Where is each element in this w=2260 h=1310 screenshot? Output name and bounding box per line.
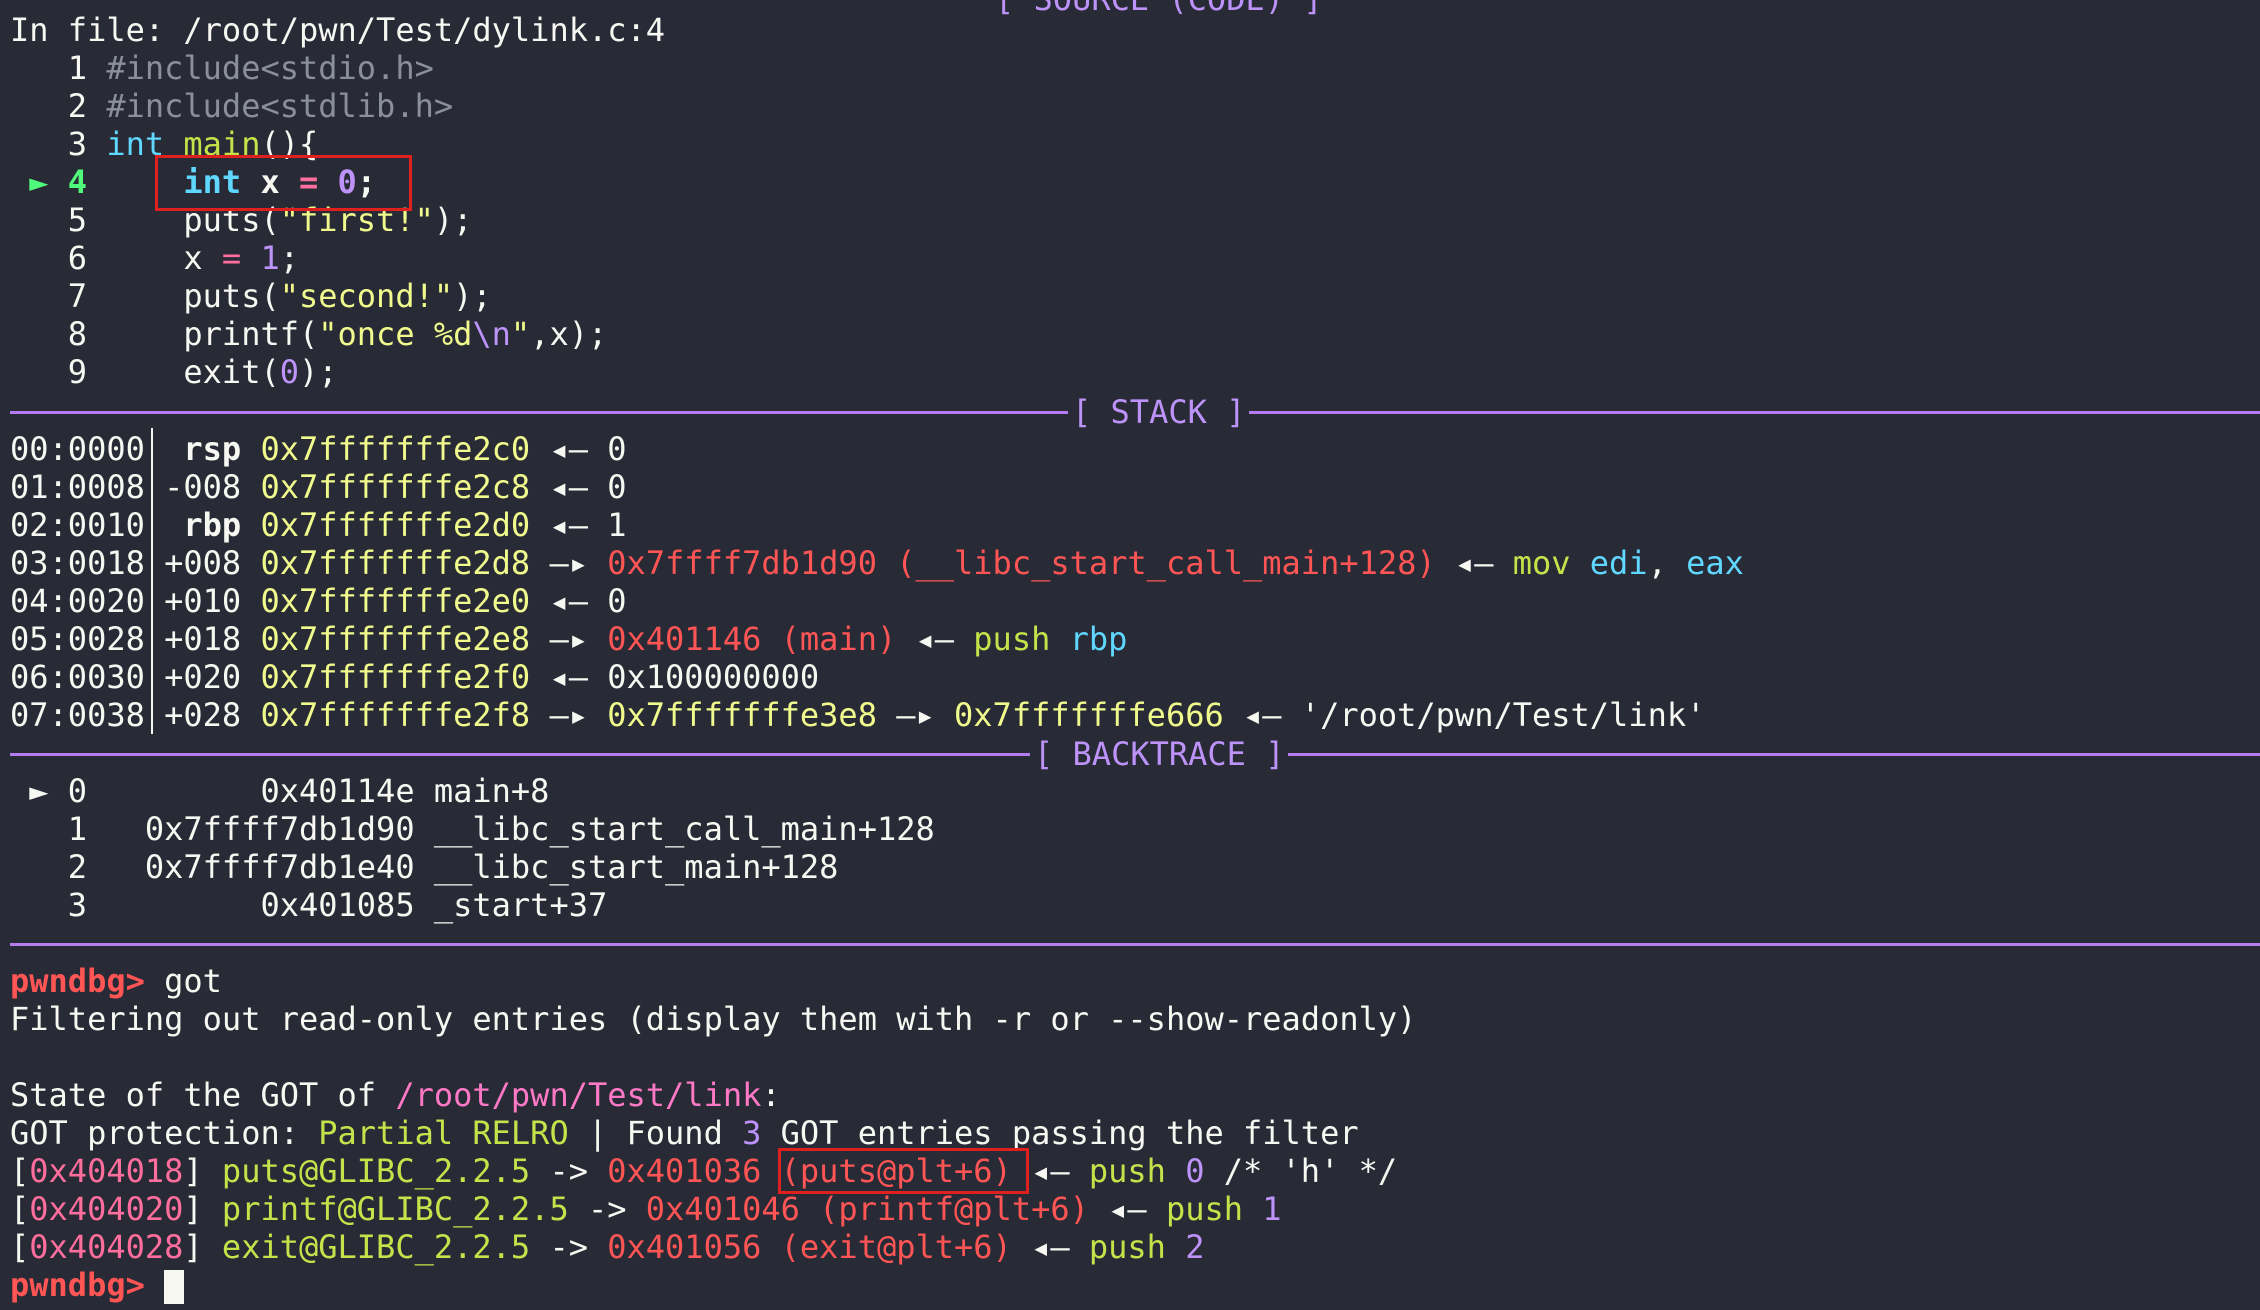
stack-row: 04:0020 +010 0x7fffffffe2e0 ◂— 0: [10, 582, 627, 620]
highlight-box-puts-plt: [778, 1148, 1029, 1194]
backtrace-title: [ BACKTRACE ]: [1030, 735, 1289, 773]
terminal-cursor[interactable]: [164, 1270, 185, 1304]
prompt: pwndbg>: [10, 1266, 145, 1304]
console-separator: [10, 943, 2260, 946]
source-line-9: 9 exit(0);: [67, 353, 338, 391]
backtrace-frame: 2 0x7ffff7db1e40 __libc_start_main+128: [67, 848, 839, 886]
stack-row: 06:0030 +020 0x7fffffffe2f0 ◂— 0x1000000…: [10, 658, 820, 696]
stack-row: 03:0018 +008 0x7fffffffe2d8 —▸ 0x7ffff7d…: [10, 544, 1744, 582]
got-entry: [0x404020] printf@GLIBC_2.2.5 -> 0x40104…: [10, 1190, 1282, 1228]
got-entry: [0x404028] exit@GLIBC_2.2.5 -> 0x401056 …: [10, 1228, 1205, 1266]
current-frame-marker-icon: ►: [29, 772, 49, 810]
source-line-2: 2 #include<stdlib.h>: [67, 87, 454, 125]
backtrace-frame: 3 0x401085 _start+37: [67, 886, 608, 924]
stack-row: 05:0028 +018 0x7fffffffe2e8 —▸ 0x401146 …: [10, 620, 1128, 658]
backtrace-frame: ► 0 0x40114e main+8: [29, 772, 550, 810]
current-line-marker-icon: ►: [29, 163, 49, 201]
console-command-line: pwndbg> got: [10, 962, 222, 1000]
source-line-1: 1 #include<stdio.h>: [67, 49, 434, 87]
stack-title: [ STACK ]: [1068, 393, 1250, 431]
got-protection-line: GOT protection: Partial RELRO | Found 3 …: [10, 1114, 1359, 1152]
stack-row: 07:0038 +028 0x7fffffffe2f8 —▸ 0x7ffffff…: [10, 696, 1706, 734]
highlight-box-current-line: [155, 155, 412, 211]
console-input-line[interactable]: pwndbg>: [10, 1266, 185, 1304]
stack-row: 02:0010 rbp 0x7fffffffe2d0 ◂— 1: [10, 506, 627, 544]
backtrace-frame: 1 0x7ffff7db1d90 __libc_start_call_main+…: [67, 810, 935, 848]
source-header: [ SOURCE (CODE) ]: [995, 0, 1323, 18]
got-entry: [0x404018] puts@GLIBC_2.2.5 -> 0x401036 …: [10, 1152, 1398, 1190]
filter-message: Filtering out read-only entries (display…: [10, 1000, 1417, 1038]
stack-row: 00:0000 rsp 0x7fffffffe2c0 ◂— 0: [10, 430, 627, 468]
source-line-6: 6 x = 1;: [67, 239, 299, 277]
stack-row: 01:0008 -008 0x7fffffffe2c8 ◂— 0: [10, 468, 627, 506]
got-state-line: State of the GOT of /root/pwn/Test/link:: [10, 1076, 781, 1114]
source-line-7: 7 puts("second!");: [67, 277, 492, 315]
prompt: pwndbg>: [10, 962, 145, 1000]
source-line-8: 8 printf("once %d\n",x);: [67, 315, 608, 353]
source-file-path: In file: /root/pwn/Test/dylink.c:4: [10, 11, 666, 49]
